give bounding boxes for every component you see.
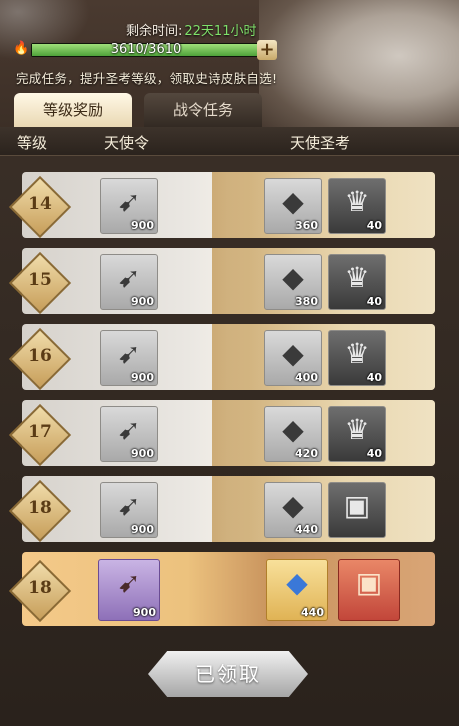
item-quantity: 440 — [301, 606, 324, 619]
premium-section — [212, 172, 435, 238]
column-header: 等级 天使令 天使圣考 — [0, 127, 459, 156]
current-level-row: 18 ➹ 900 ◆ 440 ▣ — [8, 552, 435, 626]
diamond-item[interactable]: ◆ 440 — [264, 482, 322, 538]
premium-section — [212, 476, 435, 542]
col-premium: 天使圣考 — [290, 134, 351, 152]
diamond-icon: ◆ — [286, 566, 308, 599]
horn-icon: ➹ — [117, 489, 141, 522]
angel-token-item[interactable]: ➹ 900 — [100, 178, 158, 234]
item-quantity: 900 — [131, 295, 154, 308]
gift-box-icon: ▣ — [343, 489, 371, 522]
item-quantity: 900 — [131, 523, 154, 536]
item-quantity: 900 — [131, 371, 154, 384]
horn-icon: ➹ — [117, 261, 141, 294]
diamond-item[interactable]: ◆ 380 — [264, 254, 322, 310]
premium-section — [212, 248, 435, 314]
flame-icon: 🔥 — [13, 41, 30, 56]
blue-diamond-item[interactable]: ◆ 440 — [266, 559, 328, 621]
item-quantity: 40 — [366, 295, 382, 308]
level-number: 15 — [28, 270, 52, 290]
diamond-item[interactable]: ◆ 420 — [264, 406, 322, 462]
horn-icon: ➹ — [117, 566, 141, 599]
claim-button[interactable]: 已领取 — [148, 651, 308, 697]
item-quantity: 900 — [133, 606, 156, 619]
progress-text: 3610/3610 — [110, 42, 182, 57]
mask-card-icon: ♛ — [344, 185, 370, 218]
diamond-icon: ◆ — [282, 489, 304, 522]
col-level: 等级 — [17, 134, 48, 152]
diamond-icon: ◆ — [282, 185, 304, 218]
remaining-time: 剩余时间: 22天11小时 — [126, 20, 256, 39]
item-quantity: 40 — [366, 219, 382, 232]
reward-row: 17 ➹ 900 ◆ 420 ♛ 40 — [8, 400, 435, 467]
item-quantity: 900 — [131, 219, 154, 232]
angel-token-item[interactable]: ➹ 900 — [100, 330, 158, 386]
angel-token-item[interactable]: ➹ 900 — [100, 254, 158, 310]
reward-row: 18 ➹ 900 ◆ 440 ▣ — [8, 476, 435, 543]
premium-section — [212, 324, 435, 390]
tab-level-rewards[interactable]: 等级奖励 — [14, 93, 132, 127]
card-item[interactable]: ♛ 40 — [328, 406, 386, 462]
horn-icon: ➹ — [117, 185, 141, 218]
item-quantity: 900 — [131, 447, 154, 460]
reward-row: 14 ➹ 900 ◆ 360 ♛ 40 — [8, 172, 435, 239]
premium-section — [212, 400, 435, 466]
diamond-item[interactable]: ◆ 360 — [264, 178, 322, 234]
angel-token-item[interactable]: ➹ 900 — [100, 406, 158, 462]
mask-card-icon: ♛ — [344, 337, 370, 370]
horn-icon: ➹ — [117, 337, 141, 370]
item-quantity: 360 — [295, 219, 318, 232]
horn-icon: ➹ — [117, 413, 141, 446]
progress-track: 3610/3610 — [31, 42, 261, 57]
diamond-item[interactable]: ◆ 400 — [264, 330, 322, 386]
angel-artwork — [259, 0, 459, 140]
level-number: 16 — [28, 346, 52, 366]
task-description: 完成任务，提升圣考等级，领取史诗皮肤自选! — [16, 71, 278, 86]
mask-card-icon: ♛ — [344, 413, 370, 446]
reward-row: 16 ➹ 900 ◆ 400 ♛ 40 — [8, 324, 435, 391]
level-number: 14 — [28, 194, 52, 214]
reward-row: 15 ➹ 900 ◆ 380 ♛ 40 — [8, 248, 435, 315]
card-item[interactable]: ♛ 40 — [328, 254, 386, 310]
add-exp-button[interactable]: + — [257, 40, 277, 60]
diamond-icon: ◆ — [282, 337, 304, 370]
gift-box-icon: ▣ — [355, 566, 383, 599]
item-quantity: 420 — [295, 447, 318, 460]
card-item[interactable]: ♛ 40 — [328, 178, 386, 234]
card-item[interactable]: ♛ 40 — [328, 330, 386, 386]
timer-value: 22天11小时 — [184, 24, 257, 39]
item-quantity: 40 — [366, 371, 382, 384]
item-quantity: 380 — [295, 295, 318, 308]
col-free: 天使令 — [104, 134, 150, 152]
item-quantity: 400 — [295, 371, 318, 384]
diamond-icon: ◆ — [282, 261, 304, 294]
progress-bar: 🔥 3610/3610 — [13, 40, 261, 58]
angel-token-item[interactable]: ➹ 900 — [100, 482, 158, 538]
tab-pass-tasks[interactable]: 战令任务 — [144, 93, 262, 127]
item-quantity: 440 — [295, 523, 318, 536]
item-quantity: 40 — [366, 447, 382, 460]
level-number: 18 — [28, 498, 52, 518]
diamond-icon: ◆ — [282, 413, 304, 446]
level-number: 18 — [28, 578, 52, 598]
timer-label: 剩余时间: — [126, 24, 183, 39]
red-gift-box-item[interactable]: ▣ — [338, 559, 400, 621]
mask-card-icon: ♛ — [344, 261, 370, 294]
gift-box-item[interactable]: ▣ — [328, 482, 386, 538]
angel-token-item[interactable]: ➹ 900 — [98, 559, 160, 621]
level-number: 17 — [28, 422, 52, 442]
